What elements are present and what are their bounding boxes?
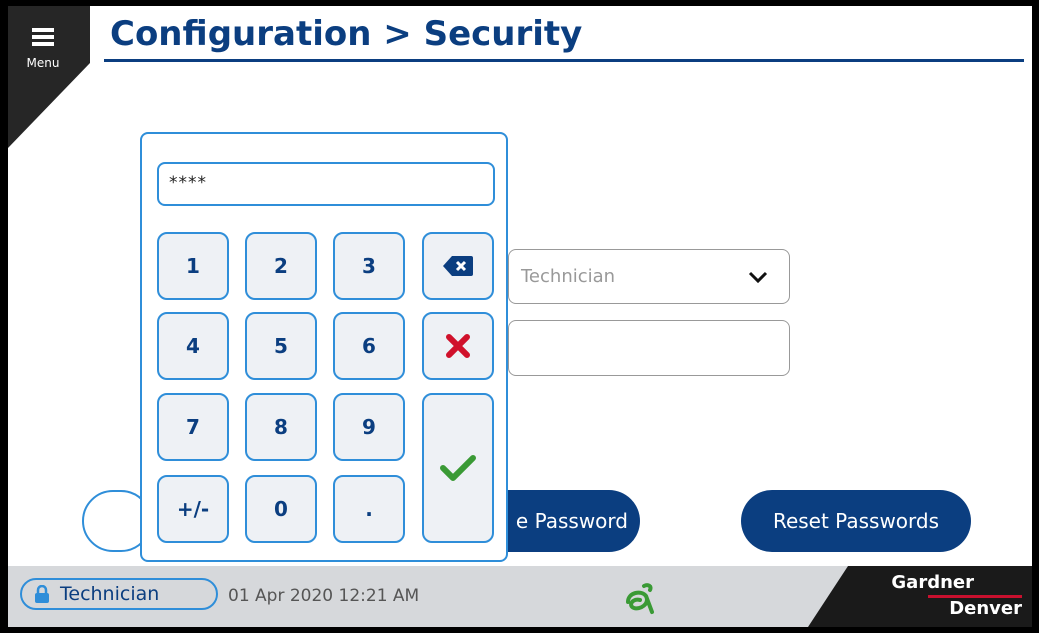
key-0[interactable]: 0	[245, 475, 317, 543]
key-5[interactable]: 5	[245, 312, 317, 380]
hamburger-icon	[32, 28, 54, 46]
numeric-keypad: **** 1 2 3 4 5 6 7 8 9 +/- 0 .	[140, 132, 508, 562]
cancel-button[interactable]	[422, 312, 494, 380]
user-level-select[interactable]: Technician	[508, 249, 790, 304]
brand-text-line2: Denver	[949, 598, 1022, 619]
key-8[interactable]: 8	[245, 393, 317, 461]
key-1[interactable]: 1	[157, 232, 229, 300]
menu-button[interactable]: Menu	[16, 18, 70, 76]
backspace-button[interactable]	[422, 232, 494, 300]
cancel-icon	[446, 334, 470, 358]
key-3[interactable]: 3	[333, 232, 405, 300]
app-logo-icon	[626, 583, 654, 614]
brand-logo: Gardner Denver	[808, 566, 1032, 627]
key-7[interactable]: 7	[157, 393, 229, 461]
key-decimal[interactable]: .	[333, 475, 405, 543]
key-2[interactable]: 2	[245, 232, 317, 300]
password-field[interactable]	[508, 320, 790, 376]
key-plus-minus[interactable]: +/-	[157, 475, 229, 543]
confirm-icon	[440, 455, 476, 481]
current-user-label: Technician	[60, 583, 160, 605]
key-4[interactable]: 4	[157, 312, 229, 380]
menu-label: Menu	[26, 56, 60, 70]
key-9[interactable]: 9	[333, 393, 405, 461]
backspace-icon	[443, 256, 473, 276]
reset-passwords-label: Reset Passwords	[772, 509, 940, 533]
lock-icon	[35, 585, 49, 603]
title-underline	[104, 59, 1024, 62]
brand-text-line1: Gardner	[891, 572, 974, 593]
user-login-button[interactable]: Technician	[20, 578, 218, 610]
status-bar: Technician 01 Apr 2020 12:21 AM Gardner …	[8, 566, 1032, 627]
reset-passwords-button[interactable]: Reset Passwords	[741, 490, 971, 552]
datetime: 01 Apr 2020 12:21 AM	[228, 586, 420, 606]
confirm-button[interactable]	[422, 393, 494, 543]
user-level-value: Technician	[521, 266, 616, 287]
change-password-label: e Password	[515, 509, 628, 533]
keypad-display-input[interactable]: ****	[157, 162, 495, 206]
key-6[interactable]: 6	[333, 312, 405, 380]
screen: Menu Configuration > Security Technician…	[8, 6, 1032, 627]
page-title: Configuration > Security	[110, 14, 583, 54]
chevron-down-icon	[748, 271, 768, 284]
